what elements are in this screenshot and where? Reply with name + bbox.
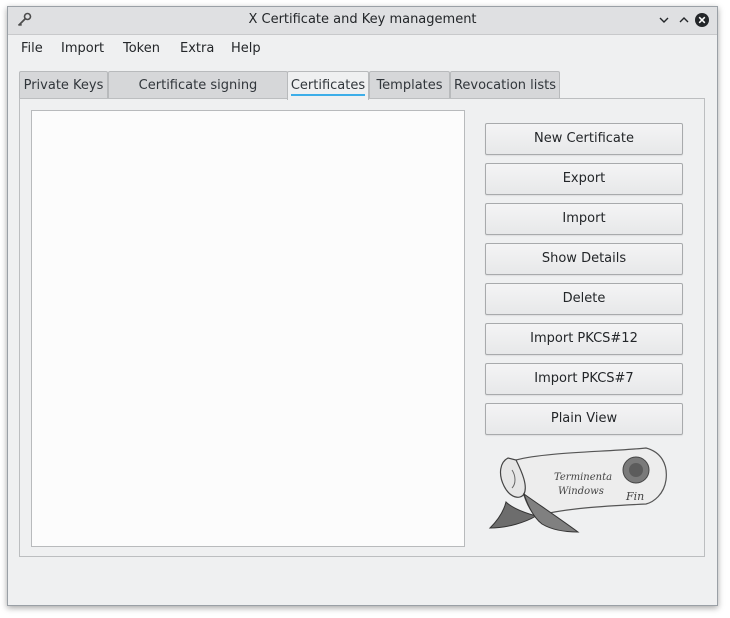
maximize-icon[interactable]	[676, 12, 692, 28]
menu-help[interactable]: Help	[231, 41, 261, 56]
tab-certificate-signing-requests[interactable]: Certificate signing requests	[108, 71, 288, 120]
menu-import[interactable]: Import	[61, 41, 104, 56]
new-certificate-button[interactable]: New Certificate	[485, 123, 683, 155]
tab-templates[interactable]: Templates	[369, 71, 450, 98]
tab-revocation-lists[interactable]: Revocation lists	[450, 71, 560, 98]
certificates-panel: New Certificate Export Import Show Detai…	[19, 98, 705, 557]
certificate-scroll-logo: Terminenta Windows Fin	[488, 447, 667, 533]
delete-button[interactable]: Delete	[485, 283, 683, 315]
menu-file[interactable]: File	[21, 41, 43, 56]
logo-text-line2: Windows	[558, 486, 604, 497]
certificate-list[interactable]	[31, 110, 465, 547]
menu-bar: File Import Token Extra Help	[8, 35, 717, 63]
import-pkcs7-button[interactable]: Import PKCS#7	[485, 363, 683, 395]
main-window: X Certificate and Key management File Im…	[7, 6, 718, 606]
close-icon[interactable]	[694, 12, 710, 28]
import-button[interactable]: Import	[485, 203, 683, 235]
logo-text-line1: Terminenta	[554, 472, 612, 483]
import-pkcs12-button[interactable]: Import PKCS#12	[485, 323, 683, 355]
title-bar[interactable]: X Certificate and Key management	[8, 7, 717, 35]
show-details-button[interactable]: Show Details	[485, 243, 683, 275]
menu-extra[interactable]: Extra	[180, 41, 214, 56]
logo-text-line3: Fin	[625, 490, 644, 503]
window-title: X Certificate and Key management	[248, 12, 477, 27]
minimize-icon[interactable]	[656, 12, 672, 28]
plain-view-button[interactable]: Plain View	[485, 403, 683, 435]
tab-certificates[interactable]: Certificates	[287, 71, 369, 100]
tab-private-keys[interactable]: Private Keys	[19, 71, 108, 98]
menu-token[interactable]: Token	[123, 41, 160, 56]
export-button[interactable]: Export	[485, 163, 683, 195]
